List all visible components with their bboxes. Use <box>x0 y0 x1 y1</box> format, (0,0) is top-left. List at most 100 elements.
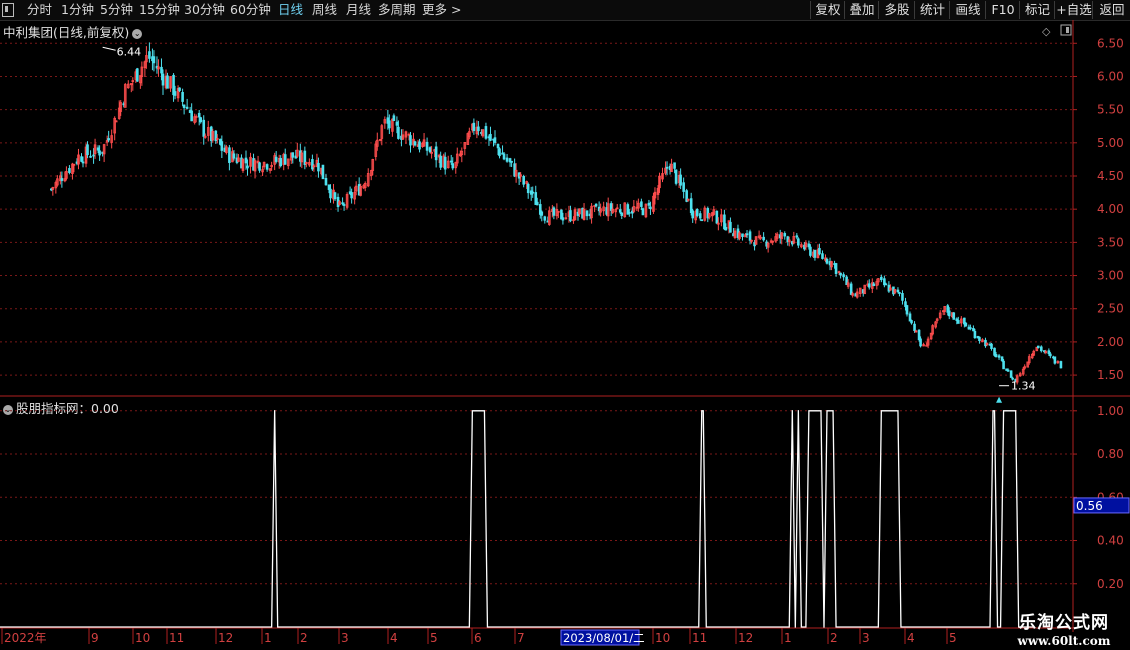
candle-body <box>388 120 391 129</box>
candle-body <box>872 283 876 287</box>
candle-body <box>258 162 261 171</box>
candle-body <box>1009 370 1013 378</box>
candle-body <box>552 207 556 216</box>
candle-body <box>190 110 193 122</box>
candle-body <box>428 147 432 153</box>
candle-body <box>505 157 509 162</box>
candle-body <box>1040 346 1043 352</box>
candle-body <box>594 203 598 207</box>
candle-body <box>185 106 189 109</box>
candle-body <box>1049 353 1052 357</box>
candle-body <box>748 231 752 241</box>
candle-body <box>173 91 177 96</box>
indicator-tick-label: 0.20 <box>1097 577 1124 591</box>
price-tick-label: 3.50 <box>1097 235 1124 249</box>
candle-body <box>178 87 181 91</box>
time-axis-label: 10 <box>655 631 670 645</box>
time-axis-label: 5 <box>430 631 438 645</box>
indicator-line <box>0 410 1033 628</box>
candle-body <box>161 73 165 86</box>
candle-body <box>691 210 694 219</box>
time-axis-label: 4 <box>907 631 915 645</box>
high-marker-line <box>102 46 116 51</box>
kline-chart[interactable]: 6.50 6.00 5.50 5.00 4.50 4.00 3.50 3.00 2.50 2.00… <box>0 0 1130 650</box>
time-axis-label: 2022年 <box>4 631 47 645</box>
candle-body <box>311 159 314 170</box>
candle-body <box>910 320 913 324</box>
candle-body <box>809 246 812 256</box>
candle-body <box>540 211 544 216</box>
price-tick-label: 2.00 <box>1097 335 1124 349</box>
candle-body <box>682 182 685 192</box>
candle-body <box>741 233 744 237</box>
candle-body <box>700 219 704 222</box>
candle-body <box>392 115 396 121</box>
candle-body <box>807 243 811 248</box>
candle-body <box>449 160 453 163</box>
candle-body <box>674 169 678 184</box>
candle-body <box>418 141 421 150</box>
cursor-date-label: 2023/08/01/二 <box>563 631 645 645</box>
candle-body <box>620 212 624 216</box>
price-tick-label: 2.50 <box>1097 302 1124 316</box>
price-tick-label: 5.00 <box>1097 136 1124 150</box>
watermark-title: 乐淘公式网 <box>1019 613 1109 633</box>
high-price-label: 6.44 <box>117 45 142 58</box>
price-tick-label: 3.00 <box>1097 269 1124 283</box>
candle-body <box>496 143 500 149</box>
watermark-url: www.60lt.com <box>1017 634 1111 648</box>
candle-body <box>641 208 645 216</box>
candle-body <box>1053 356 1057 364</box>
candle-body <box>136 68 139 82</box>
candle-body <box>341 202 344 205</box>
time-axis-label: 1 <box>784 631 792 645</box>
candle-body <box>232 153 236 159</box>
candle-body <box>834 263 838 274</box>
candle-body <box>324 177 328 186</box>
time-axis-label: 7 <box>517 631 525 645</box>
candle-body <box>972 328 975 332</box>
candle-body <box>472 122 476 131</box>
indicator-value-label: 0.56 <box>1076 499 1103 513</box>
candle-body <box>1000 356 1004 361</box>
candle-body <box>561 217 565 221</box>
watermark: 乐淘公式网 www.60lt.com <box>998 608 1130 648</box>
time-axis-label: 12 <box>218 631 233 645</box>
candle-body <box>919 338 922 347</box>
candle-body <box>244 157 248 164</box>
indicator-tick-label: 0.80 <box>1097 447 1124 461</box>
candle-body <box>199 117 203 123</box>
candle-body <box>839 272 842 276</box>
candle-body <box>901 293 904 301</box>
indicator-tick-label: 1.00 <box>1097 404 1124 418</box>
candle-body <box>166 75 169 89</box>
candle-body <box>89 155 92 158</box>
candle-body <box>1059 361 1063 369</box>
candle-body <box>908 313 912 322</box>
candle-body <box>148 51 151 59</box>
time-axis-label: 11 <box>169 631 184 645</box>
candle-body <box>279 158 283 167</box>
candle-body <box>434 146 438 161</box>
candle-body <box>283 154 287 165</box>
price-tick-label: 6.50 <box>1097 36 1124 50</box>
candle-body <box>152 56 156 64</box>
candle-body <box>884 283 888 286</box>
candle-body <box>246 165 249 169</box>
candle-body <box>397 126 400 139</box>
diamond-icon[interactable]: ◇ <box>1042 25 1051 38</box>
candle-body <box>522 176 525 185</box>
price-tick-label: 6.00 <box>1097 69 1124 83</box>
candle-body <box>797 238 800 246</box>
candle-body <box>825 258 829 264</box>
candle-body <box>321 164 325 180</box>
candle-body <box>526 183 530 194</box>
candle-body <box>477 126 480 132</box>
candle-body <box>818 248 821 255</box>
candle-body <box>265 164 269 170</box>
price-tick-label: 4.50 <box>1097 169 1124 183</box>
candle-body <box>543 216 547 221</box>
candle-body <box>1002 360 1005 370</box>
candle-body <box>439 155 442 168</box>
candle-body <box>880 276 883 281</box>
